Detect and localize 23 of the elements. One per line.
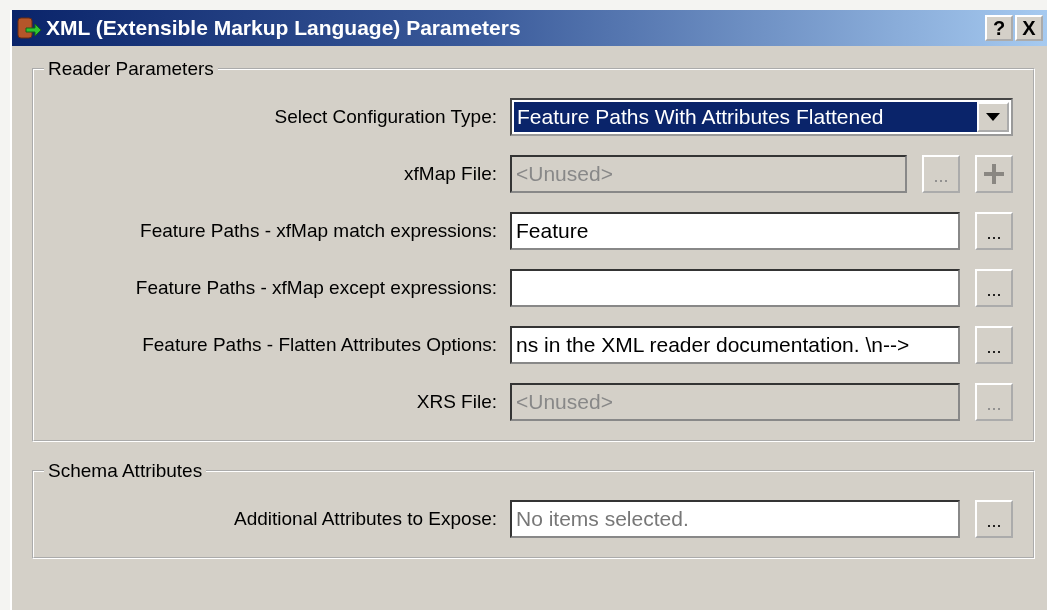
- browse-button[interactable]: ...: [975, 499, 1013, 538]
- configuration-dropdown[interactable]: Feature Paths With Attributes Flattened: [510, 97, 1013, 136]
- browse-button[interactable]: ...: [975, 325, 1013, 364]
- close-button[interactable]: X: [1015, 15, 1043, 41]
- window-title: XML (Extensible Markup Language) Parameters: [46, 16, 521, 40]
- help-button[interactable]: ?: [985, 15, 1013, 41]
- field-label: Additional Attributes to Expose:: [233, 507, 497, 530]
- field-label: Feature Paths - xfMap except expressions:: [134, 276, 497, 299]
- field-label: Select Configuration Type:: [273, 105, 497, 128]
- input-field[interactable]: [510, 268, 960, 307]
- field-label: xfMap File:: [403, 162, 497, 185]
- field-label: Feature Paths - xfMap match expressions:: [139, 219, 497, 242]
- selected-option: Feature Paths With Attributes Flattened: [514, 101, 977, 132]
- browse-button[interactable]: ...: [975, 268, 1013, 307]
- app-icon: [16, 15, 42, 41]
- input-field[interactable]: ns in the XML reader documentation. \n-->: [510, 325, 960, 364]
- field-label: Feature Paths - Flatten Attributes Options:: [141, 333, 497, 356]
- group-title: Reader Parameters: [47, 58, 215, 80]
- browse-button[interactable]: ...: [975, 211, 1013, 250]
- input-field[interactable]: Feature: [510, 211, 960, 250]
- field-label: XRS File:: [415, 390, 497, 413]
- input-field[interactable]: No items selected.: [510, 499, 960, 538]
- group-title: Schema Attributes: [47, 460, 204, 482]
